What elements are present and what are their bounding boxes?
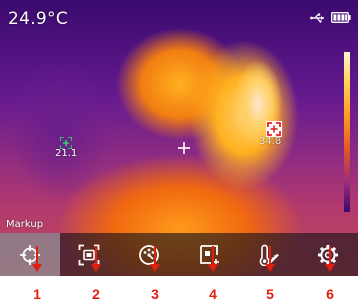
toolbar-target-button[interactable] [0, 233, 60, 276]
status-icons [310, 12, 351, 23]
hot-spot-marker [266, 121, 282, 137]
callout-number-2: 2 [92, 286, 100, 302]
callout-number-1: 1 [33, 286, 41, 302]
bottom-toolbar [0, 233, 358, 276]
callout-arrow-1 [32, 246, 42, 272]
cold-spot-value: 21.1 [55, 148, 78, 159]
color-scale-bar [344, 52, 350, 212]
toolbar-capture-button[interactable] [60, 233, 120, 276]
crosshair-icon [178, 139, 190, 154]
callout-number-5: 5 [266, 286, 274, 302]
thermal-image-view: 24.9°C 21.1 34.8 Markup [0, 0, 358, 276]
callout-number-6: 6 [326, 286, 334, 302]
callout-arrow-3 [150, 246, 160, 272]
callout-arrow-2 [91, 246, 101, 272]
callout-arrow-5 [265, 246, 275, 272]
callout-arrow-4 [208, 246, 218, 272]
mode-label: Markup [6, 219, 44, 230]
battery-icon [331, 12, 351, 23]
temperature-readout: 24.9°C [8, 9, 69, 29]
hot-spot-value: 34.8 [259, 136, 282, 147]
cold-spot-marker [59, 134, 73, 150]
callout-number-4: 4 [209, 286, 217, 302]
usb-icon [310, 13, 326, 23]
callout-number-3: 3 [151, 286, 159, 302]
callout-arrow-6 [325, 246, 335, 272]
